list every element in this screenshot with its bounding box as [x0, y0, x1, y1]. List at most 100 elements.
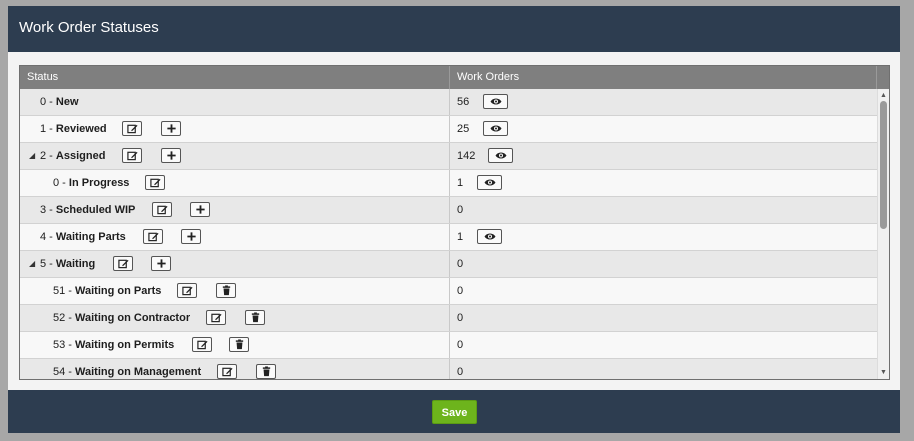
delete-button[interactable]: [245, 310, 265, 325]
table-row[interactable]: 0 - In Progress 1: [20, 170, 877, 197]
status-code: 3 -: [40, 204, 56, 216]
content-area: Status Work Orders 0 - New 56 1 - Reviewed…: [8, 52, 900, 390]
status-label: 3 - Scheduled WIP: [40, 197, 135, 223]
work-order-count: 0: [457, 285, 464, 297]
table-row[interactable]: 52 - Waiting on Contractor 0: [20, 305, 877, 332]
status-cell: 4 - Waiting Parts: [20, 224, 450, 250]
edit-button[interactable]: [217, 364, 237, 379]
status-cell: ◢ 5 - Waiting: [20, 251, 450, 277]
table-row[interactable]: 3 - Scheduled WIP 0: [20, 197, 877, 224]
table-row[interactable]: 54 - Waiting on Management 0: [20, 359, 877, 379]
status-label: 0 - In Progress: [53, 170, 129, 196]
work-orders-cell: 0: [450, 251, 877, 277]
table-row[interactable]: 1 - Reviewed 25: [20, 116, 877, 143]
table-row[interactable]: 51 - Waiting on Parts 0: [20, 278, 877, 305]
work-orders-cell: 0: [450, 305, 877, 331]
work-orders-cell: 0: [450, 197, 877, 223]
work-order-count: 1: [457, 231, 464, 243]
status-cell: 52 - Waiting on Contractor: [20, 305, 450, 331]
status-cell: 1 - Reviewed: [20, 116, 450, 142]
add-button[interactable]: [151, 256, 171, 271]
expand-toggle-icon[interactable]: ◢: [29, 251, 35, 277]
status-code: 0 -: [40, 96, 56, 108]
work-orders-cell: 56: [450, 89, 877, 115]
status-name: Reviewed: [55, 123, 107, 135]
table-row[interactable]: ◢ 2 - Assigned 142: [20, 143, 877, 170]
scroll-up-icon[interactable]: ▲: [878, 90, 889, 101]
status-code: 1 -: [40, 123, 56, 135]
scroll-thumb[interactable]: [880, 101, 887, 229]
work-orders-cell: 0: [450, 278, 877, 304]
edit-button[interactable]: [152, 202, 172, 217]
status-grid: Status Work Orders 0 - New 56 1 - Reviewed…: [19, 65, 890, 380]
status-name: Waiting on Parts: [75, 285, 162, 297]
status-label: 54 - Waiting on Management: [53, 359, 201, 379]
expand-toggle-icon[interactable]: ◢: [29, 143, 35, 169]
work-order-count: 0: [457, 258, 464, 270]
status-cell: 54 - Waiting on Management: [20, 359, 450, 379]
edit-button[interactable]: [122, 148, 142, 163]
work-order-count: 1: [457, 177, 464, 189]
work-orders-cell: 0: [450, 359, 877, 379]
status-name: New: [55, 96, 79, 108]
work-order-count: 0: [457, 339, 464, 351]
table-row[interactable]: 0 - New 56: [20, 89, 877, 116]
status-name: Assigned: [55, 150, 106, 162]
status-name: Waiting Parts: [55, 231, 126, 243]
scroll-down-icon[interactable]: ▼: [878, 367, 889, 378]
edit-button[interactable]: [177, 283, 197, 298]
save-button[interactable]: Save: [432, 400, 477, 424]
delete-button[interactable]: [256, 364, 276, 379]
view-work-orders-button[interactable]: [477, 229, 502, 244]
grid-rows: 0 - New 56 1 - Reviewed 25 ◢ 2 - Assigned 142 0…: [20, 89, 877, 379]
status-name: Waiting on Permits: [75, 339, 175, 351]
edit-button[interactable]: [145, 175, 165, 190]
status-label: 1 - Reviewed: [40, 116, 107, 142]
add-button[interactable]: [161, 148, 181, 163]
status-code: 54 -: [53, 366, 76, 378]
column-header-status[interactable]: Status: [20, 66, 450, 89]
add-button[interactable]: [181, 229, 201, 244]
page-title: Work Order Statuses: [19, 19, 159, 36]
status-name: Waiting: [55, 258, 96, 270]
work-orders-cell: 1: [450, 170, 877, 196]
edit-button[interactable]: [143, 229, 163, 244]
status-label: 0 - New: [40, 89, 79, 115]
edit-button[interactable]: [206, 310, 226, 325]
view-work-orders-button[interactable]: [483, 94, 508, 109]
page-header: Work Order Statuses: [8, 6, 900, 52]
column-header-work-orders[interactable]: Work Orders: [450, 66, 877, 89]
table-row[interactable]: 53 - Waiting on Permits 0: [20, 332, 877, 359]
delete-button[interactable]: [216, 283, 236, 298]
edit-button[interactable]: [192, 337, 212, 352]
work-orders-cell: 0: [450, 332, 877, 358]
vertical-scrollbar[interactable]: ▲ ▼: [877, 89, 889, 379]
status-code: 51 -: [53, 285, 76, 297]
status-cell: 0 - New: [20, 89, 450, 115]
status-label: 51 - Waiting on Parts: [53, 278, 161, 304]
status-code: 52 -: [53, 312, 76, 324]
table-row[interactable]: ◢ 5 - Waiting 0: [20, 251, 877, 278]
add-button[interactable]: [190, 202, 210, 217]
status-label: 2 - Assigned: [40, 143, 105, 169]
add-button[interactable]: [161, 121, 181, 136]
window: Work Order Statuses Status Work Orders 0…: [8, 6, 900, 433]
view-work-orders-button[interactable]: [488, 148, 513, 163]
page-footer: Save: [8, 390, 900, 433]
status-cell: 3 - Scheduled WIP: [20, 197, 450, 223]
table-row[interactable]: 4 - Waiting Parts 1: [20, 224, 877, 251]
status-code: 5 -: [40, 258, 56, 270]
work-order-count: 0: [457, 312, 464, 324]
edit-button[interactable]: [122, 121, 142, 136]
status-cell: ◢ 2 - Assigned: [20, 143, 450, 169]
work-orders-cell: 25: [450, 116, 877, 142]
status-name: Waiting on Contractor: [75, 312, 191, 324]
delete-button[interactable]: [229, 337, 249, 352]
status-name: Waiting on Management: [75, 366, 202, 378]
work-order-count: 0: [457, 204, 464, 216]
status-code: 53 -: [53, 339, 76, 351]
view-work-orders-button[interactable]: [483, 121, 508, 136]
view-work-orders-button[interactable]: [477, 175, 502, 190]
status-label: 4 - Waiting Parts: [40, 224, 126, 250]
edit-button[interactable]: [113, 256, 133, 271]
